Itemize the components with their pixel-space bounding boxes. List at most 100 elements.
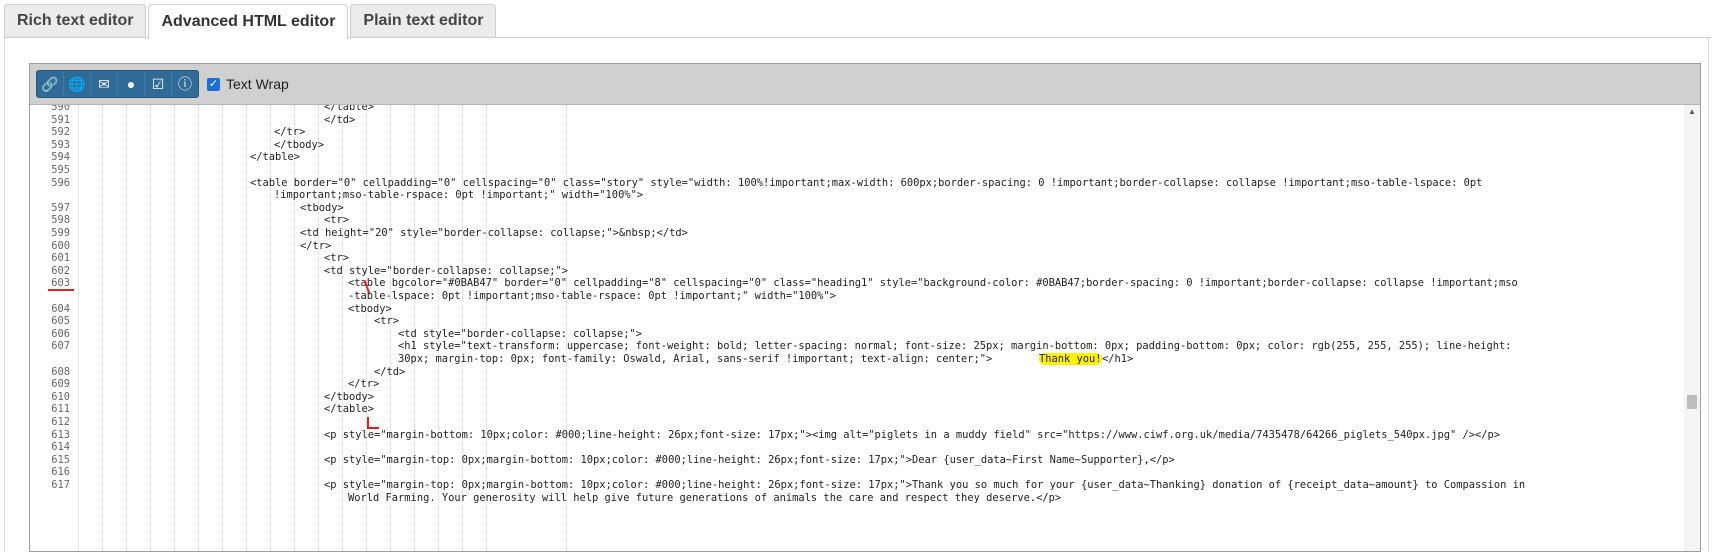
line-number: 612: [51, 416, 70, 428]
line-number: 608: [51, 365, 70, 378]
code-line: 598 <tr>: [30, 214, 1682, 227]
line-number: 603: [51, 277, 70, 290]
scrollbar-thumb[interactable]: [1687, 395, 1697, 409]
globe-icon[interactable]: 🌐: [64, 71, 91, 97]
code-line: !important;mso-table-rspace: 0pt !import…: [30, 189, 1682, 202]
vertical-scrollbar[interactable]: ▲: [1684, 105, 1700, 551]
tab-advanced-html-editor[interactable]: Advanced HTML editor: [148, 4, 349, 39]
line-number: 591: [51, 113, 70, 126]
line-code: <table border="0" cellpadding="0" cellsp…: [250, 176, 1483, 189]
code-line: 616: [30, 466, 1682, 479]
annotation-underline: [48, 289, 74, 291]
line-number: 595: [51, 164, 70, 176]
editor-tabs: Rich text editor Advanced HTML editor Pl…: [4, 4, 498, 39]
line-number: 615: [51, 453, 70, 466]
user-icon[interactable]: ●: [118, 71, 145, 97]
line-number: 590: [51, 105, 70, 113]
annotation-bracket-bottom-foot: [367, 427, 379, 429]
line-code: <tbody>: [348, 302, 392, 315]
line-code: <table bgcolor="#0BAB47" border="0" cell…: [348, 277, 1518, 290]
line-number: 613: [51, 428, 70, 441]
text-wrap-toggle[interactable]: ✓ Text Wrap: [207, 76, 289, 92]
code-line: 604 <tbody>: [30, 303, 1682, 316]
code-line: 607 <h1 style="text-transform: uppercase;…: [30, 340, 1682, 353]
code-area[interactable]: 590 </table> 591 </td> 592 </tr> 593 </tbody> 59…: [30, 105, 1700, 551]
scroll-up-arrow-icon[interactable]: ▲: [1688, 107, 1696, 116]
code-line: 590 </table>: [30, 105, 1682, 114]
line-number: 600: [51, 239, 70, 252]
line-number: 597: [51, 201, 70, 214]
line-number: 598: [51, 214, 70, 227]
text-wrap-label: Text Wrap: [226, 76, 289, 92]
code-line: 600 </tr>: [30, 240, 1682, 253]
code-line: 609 </tr>: [30, 378, 1682, 391]
code-line: 591 </td>: [30, 114, 1682, 127]
line-code: </td>: [324, 113, 356, 126]
line-code: <tbody>: [300, 201, 344, 214]
code-line: 605 <tr>: [30, 315, 1682, 328]
line-number: 607: [51, 340, 70, 353]
line-number: 605: [51, 315, 70, 328]
line-code: </tr>: [300, 239, 332, 252]
tab-rich-text-editor[interactable]: Rich text editor: [4, 4, 147, 37]
line-number: 610: [51, 390, 70, 403]
code-line: 597 <tbody>: [30, 202, 1682, 215]
line-number: 599: [51, 227, 70, 239]
line-number: 594: [51, 151, 70, 164]
line-code: <td style="border-collapse: collapse;">: [398, 327, 642, 340]
line-number: 604: [51, 302, 70, 315]
checkbox-icon[interactable]: ☑: [145, 71, 172, 97]
line-code: <p style="margin-top: 0px;margin-bottom:…: [324, 479, 1526, 491]
line-number: 601: [51, 252, 70, 265]
code-line: 603 <table bgcolor="#0BAB47" border="0" c…: [30, 277, 1682, 290]
line-number: 593: [51, 138, 70, 151]
line-code: </tbody>: [324, 390, 375, 403]
line-code-tail: </h1>: [1102, 353, 1134, 365]
code-line: 614: [30, 441, 1682, 454]
text-wrap-checkbox[interactable]: ✓: [207, 77, 220, 91]
code-line: 601 <tr>: [30, 252, 1682, 265]
line-code: 30px; margin-top: 0px; font-family: Oswa…: [398, 353, 993, 365]
code-line: 30px; margin-top: 0px; font-family: Oswa…: [30, 353, 1682, 366]
line-code: </td>: [374, 365, 406, 378]
code-line: 615 <p style="margin-top: 0px;margin-bott…: [30, 454, 1682, 467]
code-line: 617 <p style="margin-top: 0px;margin-bott…: [30, 479, 1682, 492]
line-code: <tr>: [324, 252, 350, 265]
line-code: World Farming. Your generosity will help…: [348, 491, 1062, 504]
toolbar-button-group: 🔗 🌐 ✉ ● ☑ ⓘ: [36, 70, 199, 98]
line-code: <td style="border-collapse: collapse;">: [324, 264, 568, 277]
link-icon[interactable]: 🔗: [37, 71, 64, 97]
line-code: </table>: [324, 105, 375, 113]
line-number: 614: [51, 441, 70, 454]
editor-toolbar: 🔗 🌐 ✉ ● ☑ ⓘ ✓ Text Wrap: [30, 64, 1700, 105]
line-code: </table>: [324, 403, 375, 416]
info-icon[interactable]: ⓘ: [172, 71, 198, 97]
line-number: 617: [51, 479, 70, 491]
tab-plain-text-editor[interactable]: Plain text editor: [350, 4, 497, 37]
code-line: 599 <td height="20" style="border-collaps…: [30, 227, 1682, 240]
code-line: -table-lspace: 0pt !important;mso-table-…: [30, 290, 1682, 303]
line-number: 611: [51, 403, 70, 416]
line-code: </tbody>: [274, 138, 325, 151]
highlighted-text: Thank you!: [1039, 353, 1102, 365]
code-line: 602 <td style="border-collapse: collapse;…: [30, 265, 1682, 278]
code-line: 608 </td>: [30, 366, 1682, 379]
line-code: !important;mso-table-rspace: 0pt !import…: [274, 189, 644, 202]
envelope-check-icon[interactable]: ✉: [91, 71, 118, 97]
code-line: World Farming. Your generosity will help…: [30, 492, 1682, 505]
code-line: 596 <table border="0" cellpadding="0" cel…: [30, 177, 1682, 190]
code-line: 610 </tbody>: [30, 391, 1682, 404]
line-code: <p style="margin-top: 0px;margin-bottom:…: [324, 453, 1175, 466]
line-code: <td height="20" style="border-collapse: …: [300, 227, 688, 239]
line-code: <p style="margin-bottom: 10px;color: #00…: [324, 428, 1501, 441]
line-number: 609: [51, 378, 70, 391]
line-number: 606: [51, 327, 70, 340]
line-number: 596: [51, 176, 70, 189]
code-line: 595: [30, 164, 1682, 177]
line-number: 592: [51, 126, 70, 139]
code-line: 594 </table>: [30, 151, 1682, 164]
line-number: 616: [51, 466, 70, 479]
line-code: </tr>: [348, 378, 380, 391]
line-code: <tr>: [324, 214, 350, 227]
line-code: <h1 style="text-transform: uppercase; fo…: [398, 340, 1512, 353]
